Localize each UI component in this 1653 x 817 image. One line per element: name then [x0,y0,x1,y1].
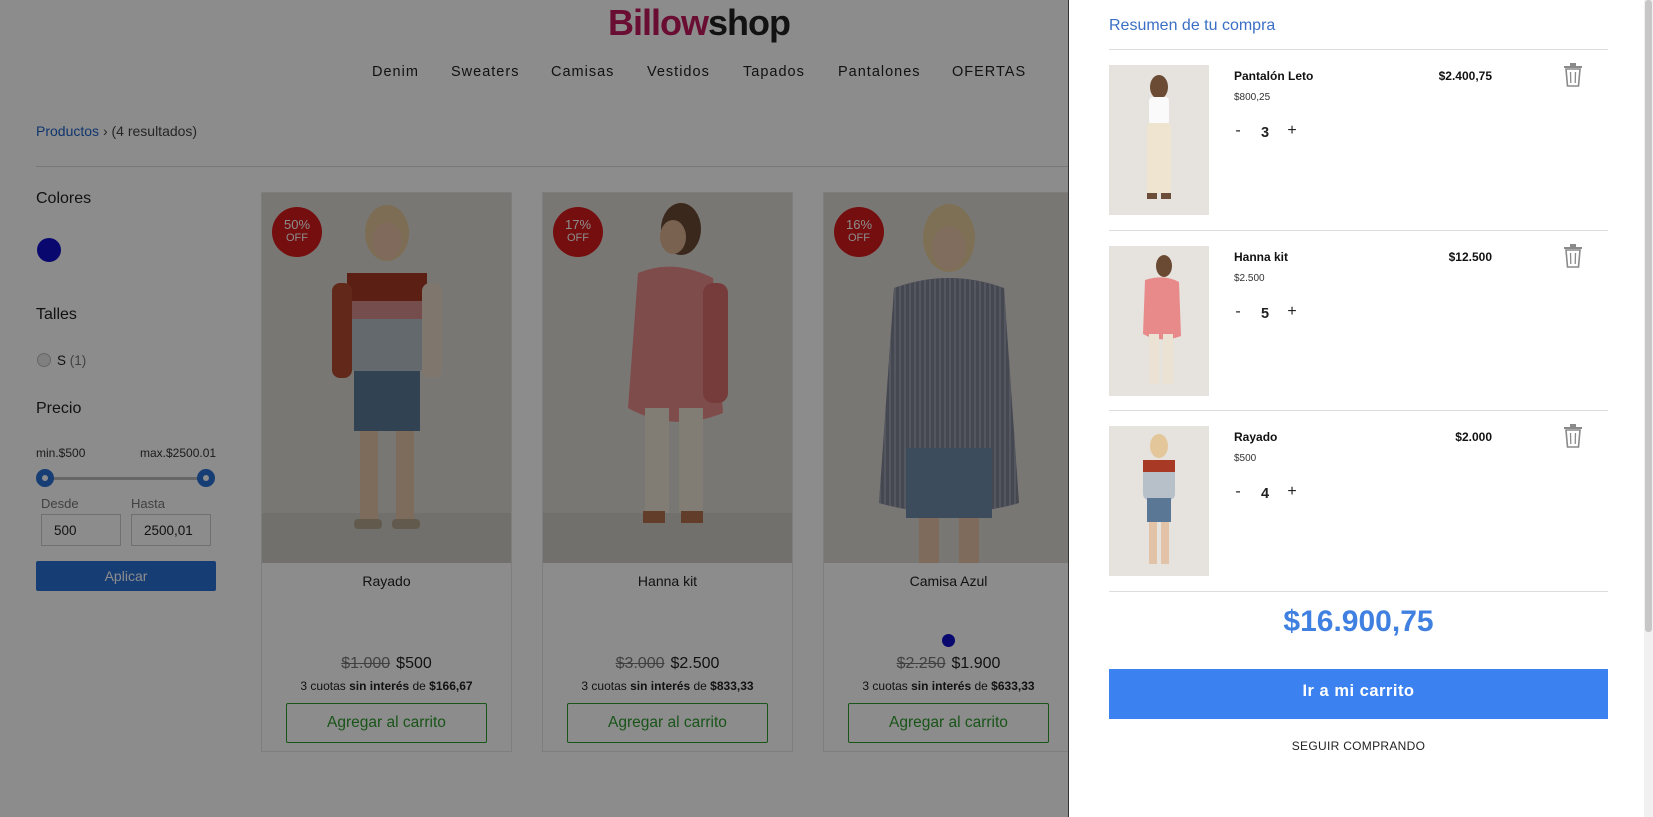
divider [1109,591,1608,592]
modal-backdrop[interactable] [0,0,1068,817]
divider [1109,49,1608,50]
cart-item-unit-price: $500 [1234,453,1257,464]
scrollbar-thumb[interactable] [1645,0,1652,632]
cart-drawer: Resumen de tu compra Pantalón Leto $800,… [1068,0,1653,817]
cart-item-total: $12.500 [1448,250,1492,264]
cart-item-total: $2.400,75 [1438,69,1492,83]
qty-decrease-button[interactable]: - [1231,122,1245,140]
cart-item-unit-price: $2.500 [1234,273,1265,284]
cart-item-image[interactable] [1109,426,1209,576]
trash-icon[interactable] [1562,63,1584,87]
cart-item-name[interactable]: Pantalón Leto [1234,69,1313,83]
continue-shopping-link[interactable]: SEGUIR COMPRANDO [1109,739,1608,753]
qty-increase-button[interactable]: + [1285,122,1299,140]
qty-value: 5 [1260,306,1270,322]
qty-decrease-button[interactable]: - [1231,303,1245,321]
cart-title: Resumen de tu compra [1109,17,1276,34]
cart-item-image[interactable] [1109,65,1209,215]
qty-value: 4 [1260,486,1270,502]
cart-item-total: $2.000 [1455,430,1492,444]
cart-item-name[interactable]: Hanna kit [1234,250,1288,264]
qty-increase-button[interactable]: + [1285,303,1299,321]
trash-icon[interactable] [1562,244,1584,268]
cart-item-name[interactable]: Rayado [1234,430,1277,444]
divider [1109,230,1608,231]
qty-decrease-button[interactable]: - [1231,483,1245,501]
divider [1109,410,1608,411]
scrollbar[interactable] [1644,0,1653,817]
cart-photo-pantalon-leto [1109,65,1209,215]
cart-total: $16.900,75 [1283,605,1434,638]
cart-item-unit-price: $800,25 [1234,92,1271,103]
go-to-cart-button[interactable]: Ir a mi carrito [1109,669,1608,719]
qty-increase-button[interactable]: + [1285,483,1299,501]
cart-photo-hanna-kit [1109,246,1209,396]
qty-value: 3 [1260,125,1270,141]
cart-item-image[interactable] [1109,246,1209,396]
trash-icon[interactable] [1562,424,1584,448]
cart-photo-rayado [1109,426,1209,576]
